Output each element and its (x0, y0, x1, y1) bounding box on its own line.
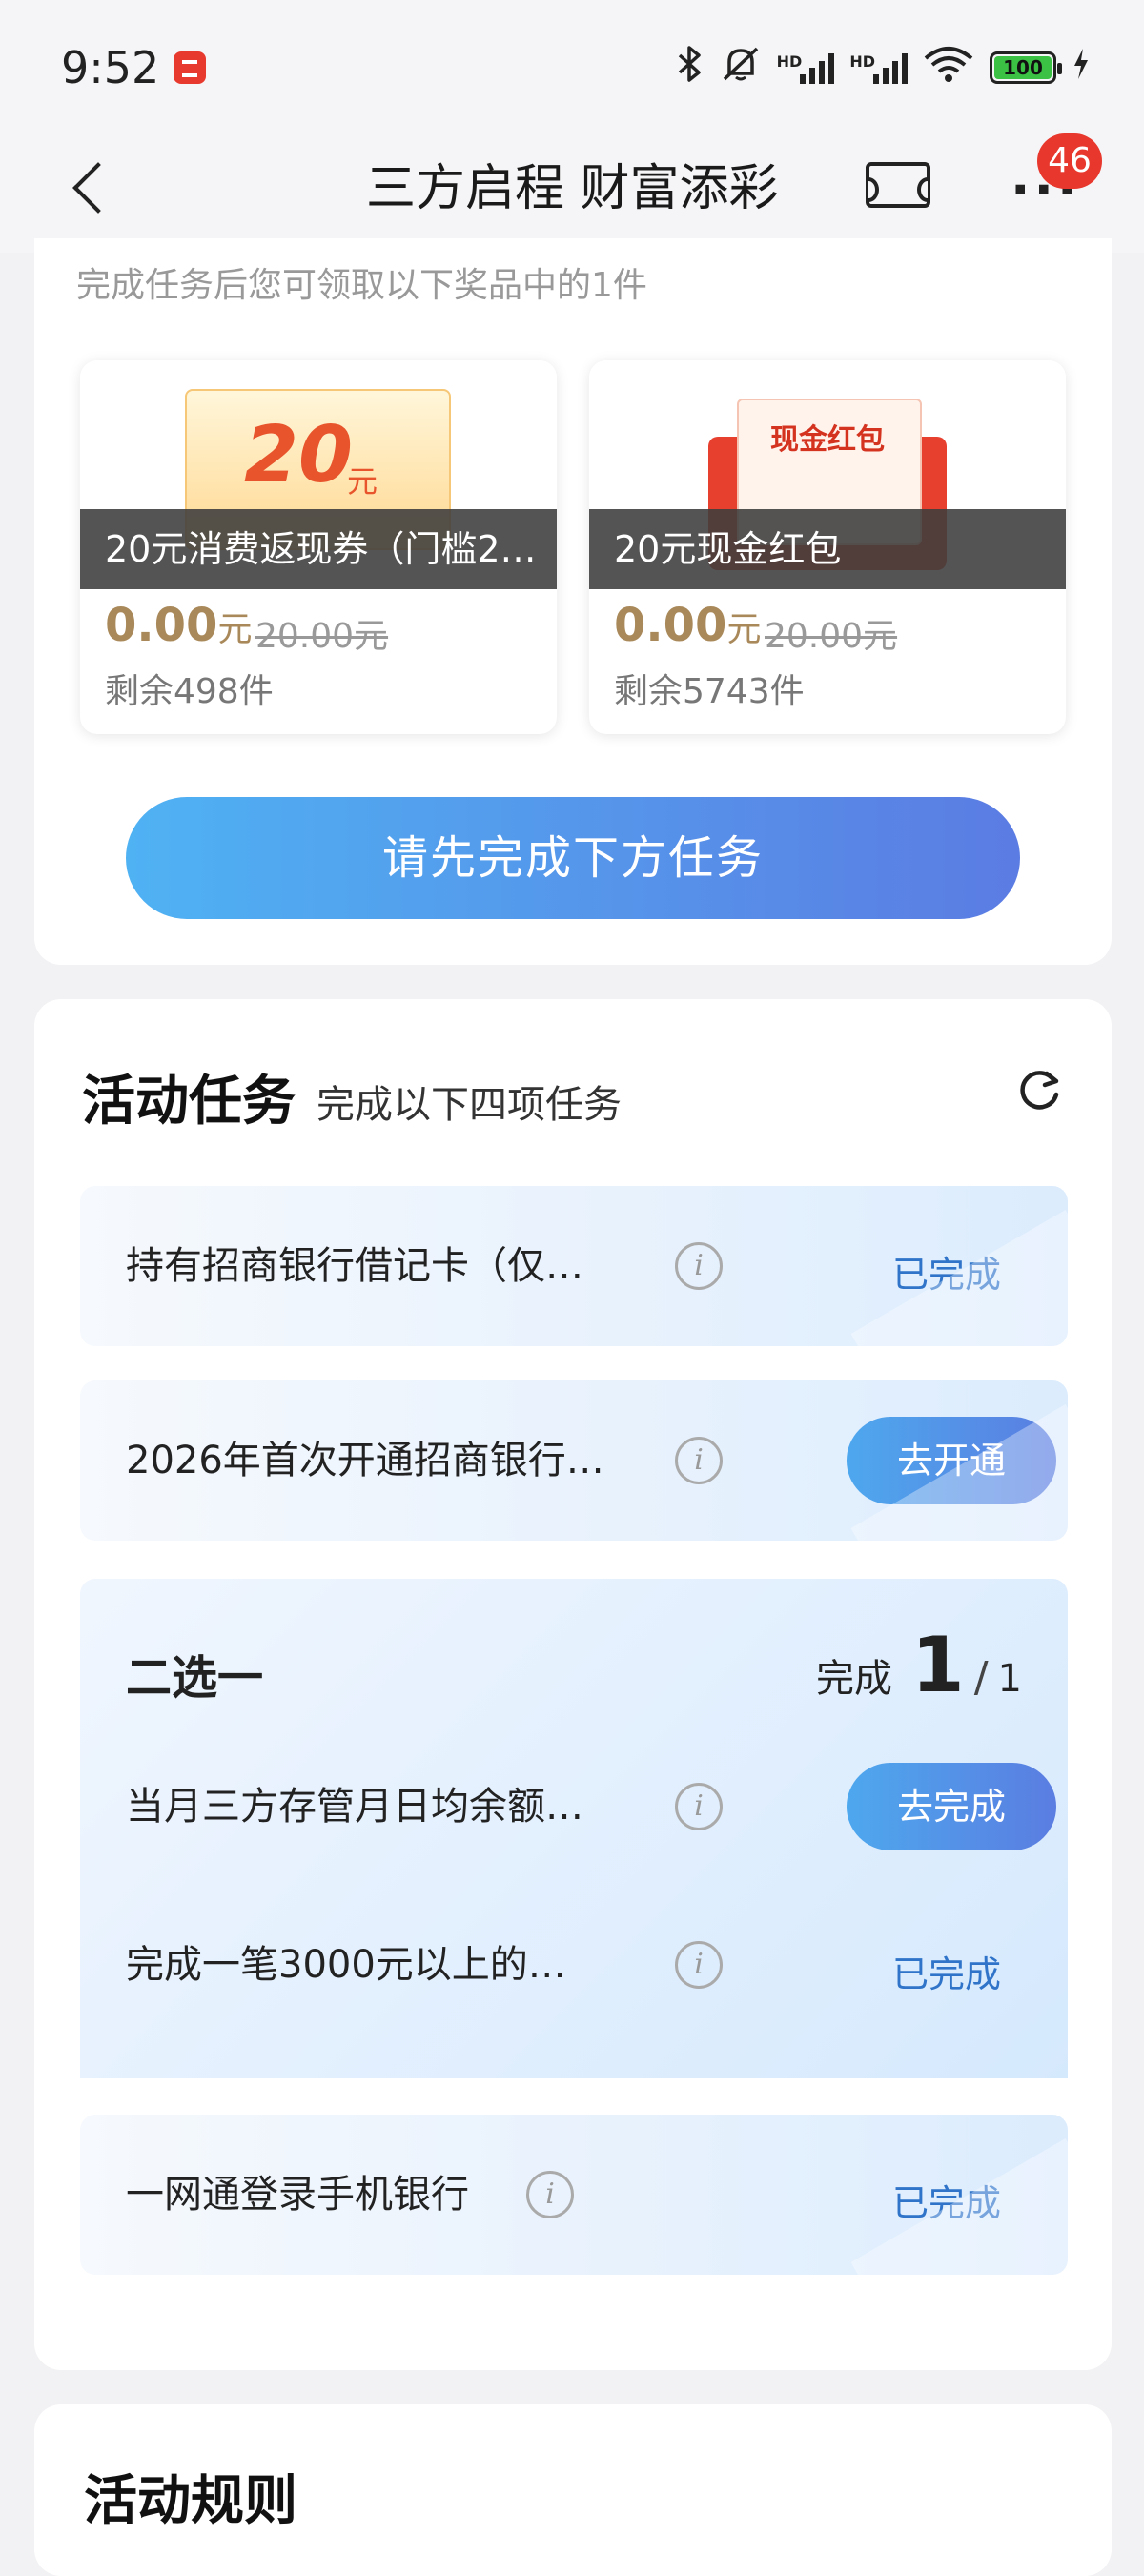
task-text: 完成一笔3000元以上的… (126, 1943, 566, 1987)
rules-card: 活动规则 (34, 2404, 1112, 2576)
battery-icon: 100 (990, 51, 1062, 84)
progress-total: 1 (997, 1657, 1022, 1701)
info-icon[interactable]: i (675, 1242, 723, 1290)
refresh-icon[interactable] (1014, 1066, 1064, 1115)
wifi-icon (923, 45, 974, 92)
page-title: 三方启程 财富添彩 (366, 160, 779, 217)
back-icon[interactable] (67, 156, 133, 223)
tasks-subtitle: 完成以下四项任务 (317, 1083, 622, 1127)
task-item-mobile-login[interactable]: 一网通登录手机银行 i 已完成 (80, 2115, 1068, 2275)
mute-icon (720, 45, 762, 92)
info-icon[interactable]: i (526, 2171, 574, 2218)
rewards-hint: 完成任务后您可领取以下奖品中的1件 (76, 266, 647, 305)
ticket-icon[interactable] (866, 162, 930, 208)
info-icon[interactable]: i (675, 1783, 723, 1830)
system-icons: HD HD 100 (676, 44, 1091, 92)
tasks-card: 活动任务 完成以下四项任务 持有招商银行借记卡（仅… i 已完成 2026年首次… (34, 999, 1112, 2370)
hd-signal-icon: HD (849, 51, 908, 84)
prize-stock: 剩余5743件 (614, 672, 805, 711)
prize-label: 20元消费返现券（门槛2… (80, 509, 557, 589)
hd-signal-icon: HD (777, 51, 835, 84)
notification-badge: 46 (1037, 133, 1102, 189)
group-title: 二选一 (126, 1651, 264, 1705)
task-item-debit-card[interactable]: 持有招商银行借记卡（仅… i 已完成 (80, 1186, 1068, 1346)
red-envelope-text: 现金红包 (770, 423, 885, 457)
prize-original-price: 20.00元 (255, 617, 389, 656)
prize-label: 20元现金红包 (589, 509, 1066, 589)
coupon-unit: 元 (347, 463, 378, 500)
go-open-button[interactable]: 去开通 (847, 1417, 1056, 1504)
task-text: 一网通登录手机银行 (126, 2173, 469, 2217)
coupon-amount: 20 (244, 410, 354, 501)
task-status-completed: 已完成 (891, 1953, 1001, 1995)
prize-item-coupon[interactable]: 20 元 20元消费返现券（门槛2… 0.00元 20.00元 剩余498件 (80, 360, 557, 734)
rules-title: 活动规则 (84, 2470, 297, 2532)
status-bar: 9:52 HD HD 100 (0, 0, 1144, 133)
progress-done: 1 (911, 1621, 965, 1709)
progress-separator: / (973, 1653, 989, 1702)
rewards-card: 完成任务后您可领取以下奖品中的1件 20 元 20元消费返现券（门槛2… 0.0… (34, 238, 1112, 965)
prize-price: 0.00元 (614, 599, 762, 652)
prize-original-price: 20.00元 (765, 617, 898, 656)
task-status-completed: 已完成 (891, 1254, 1001, 1296)
progress-label: 完成 (816, 1657, 893, 1701)
prize-item-red-envelope[interactable]: 现金红包 20元现金红包 0.00元 20.00元 剩余5743件 (589, 360, 1066, 734)
task-text: 持有招商银行借记卡（仅… (126, 1244, 583, 1288)
nav-bar: 三方启程 财富添彩 ··· 46 (0, 133, 1144, 253)
task-text: 2026年首次开通招商银行… (126, 1439, 604, 1482)
prize-stock: 剩余498件 (105, 672, 274, 711)
charging-icon (1072, 47, 1091, 90)
task-text: 当月三方存管月日均余额… (126, 1785, 583, 1829)
info-icon[interactable]: i (675, 1941, 723, 1989)
task-item-open-service[interactable]: 2026年首次开通招商银行… i 去开通 (80, 1380, 1068, 1541)
prize-price: 0.00元 (105, 599, 253, 652)
tasks-title: 活动任务 (82, 1071, 296, 1133)
task-group-choose-one: 二选一 完成 1 / 1 当月三方存管月日均余额… i 去完成 完成一笔3000… (80, 1579, 1068, 2078)
app-notification-icon (174, 51, 206, 84)
complete-tasks-first-button[interactable]: 请先完成下方任务 (126, 797, 1020, 919)
bluetooth-icon (676, 45, 705, 92)
group-progress: 完成 1 / 1 (816, 1621, 1022, 1709)
go-complete-button[interactable]: 去完成 (847, 1763, 1056, 1850)
task-status-completed: 已完成 (891, 2182, 1001, 2224)
info-icon[interactable]: i (675, 1437, 723, 1484)
status-time: 9:52 (61, 42, 160, 93)
battery-level: 100 (994, 56, 1052, 79)
